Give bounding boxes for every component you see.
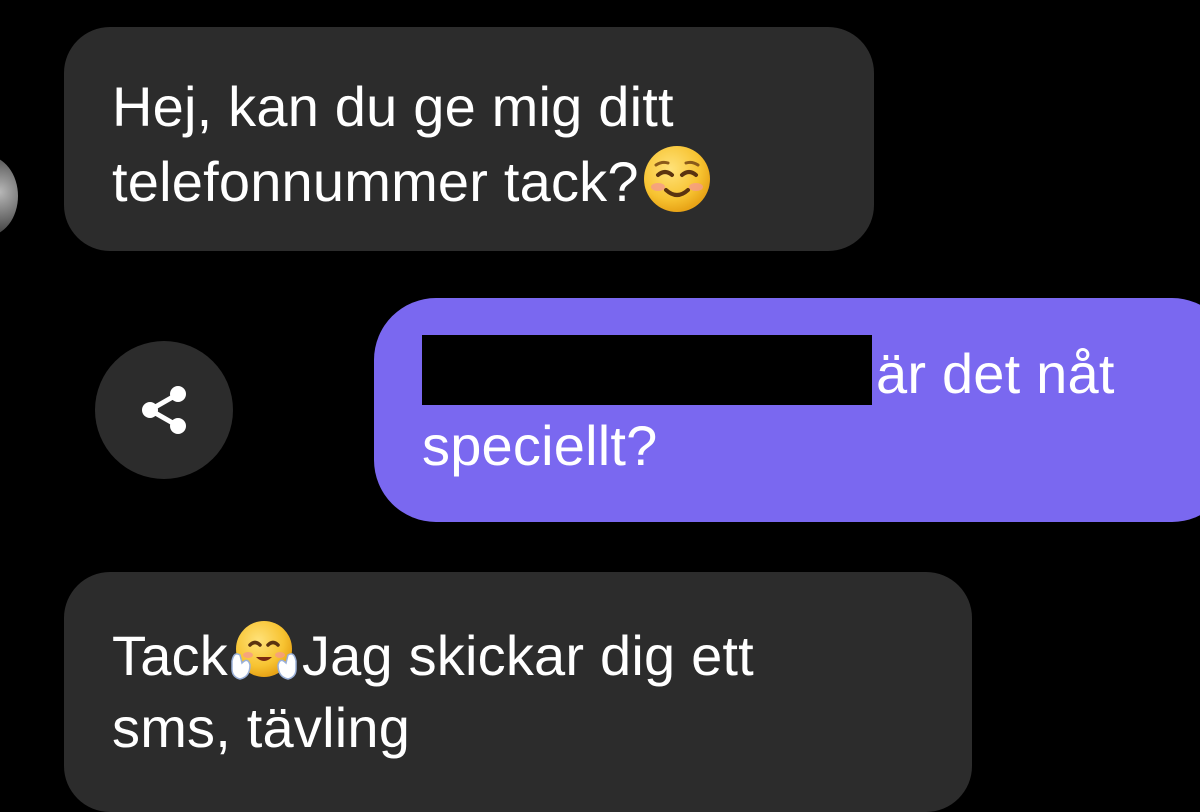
share-button[interactable] — [95, 341, 233, 479]
message-line: speciellt? — [422, 414, 658, 477]
message-line: är det nåt — [422, 335, 1200, 410]
message-bubble-incoming[interactable]: Tack Jag skickar dig ett sms, tävling — [64, 572, 972, 812]
contact-avatar[interactable] — [0, 156, 18, 236]
hugging-face-emoji-icon — [228, 617, 300, 689]
message-line: Tack Jag skickar dig ett — [112, 617, 972, 692]
redaction-block — [422, 335, 872, 405]
message-text: Jag skickar dig ett — [301, 624, 754, 687]
share-icon — [142, 386, 186, 434]
message-line: Hej, kan du ge mig ditt — [112, 75, 674, 138]
message-bubble-incoming[interactable]: Hej, kan du ge mig ditt telefonnummer ta… — [64, 27, 874, 251]
message-line: sms, tävling — [112, 696, 411, 759]
message-line: telefonnummer tack? — [112, 143, 874, 218]
message-text: är det nåt — [876, 342, 1115, 405]
message-bubble-outgoing[interactable]: är det nåt speciellt? — [374, 298, 1200, 522]
message-text: Tack — [112, 624, 228, 687]
message-text: telefonnummer tack? — [112, 150, 639, 213]
smiling-face-emoji-icon — [641, 143, 713, 215]
